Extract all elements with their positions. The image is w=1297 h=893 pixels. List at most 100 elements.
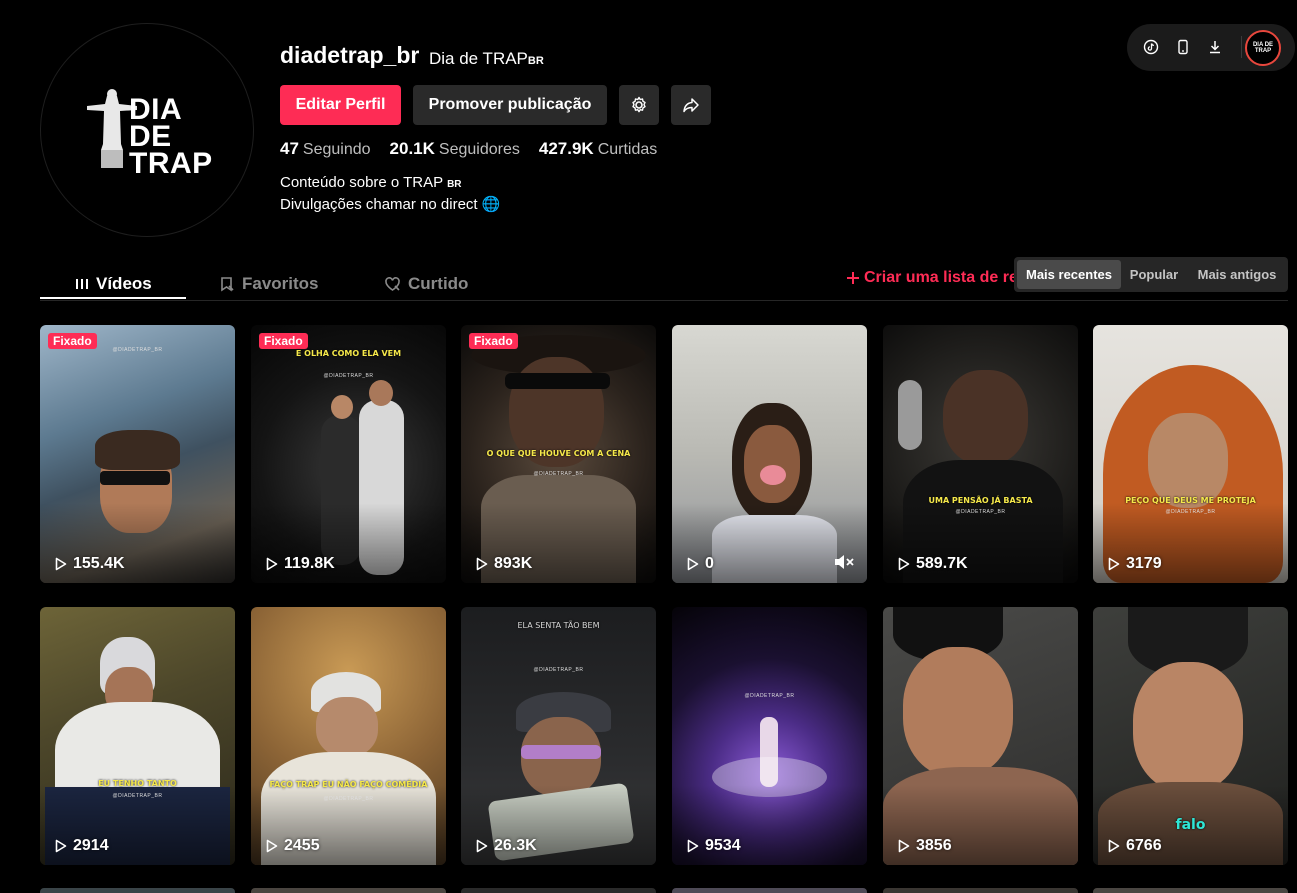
video-card[interactable]: Fixado O QUE QUE HOUVE COM A CENA @DIADE… <box>461 325 656 583</box>
gear-icon <box>632 96 646 113</box>
settings-button[interactable] <box>619 85 659 125</box>
active-tab-indicator <box>40 297 186 299</box>
profile-avatar[interactable]: DIA DE TRAP <box>40 23 254 237</box>
view-count: 6766 <box>1108 837 1162 855</box>
play-icon <box>476 839 488 853</box>
video-card-partial[interactable] <box>251 888 446 893</box>
video-card[interactable]: EU TENHO TANTO @DIADETRAP_BR 2914 <box>40 607 235 865</box>
view-count: 155.4K <box>55 555 125 573</box>
download-icon[interactable] <box>1204 36 1226 58</box>
profile-stats: 47 Seguindo 20.1K Seguidores 427.9K Curtida… <box>280 139 657 159</box>
video-card[interactable]: Fixado @DIADETRAP_BR 155.4K <box>40 325 235 583</box>
video-watermark: @DIADETRAP_BR <box>744 693 795 699</box>
nickname-text: Dia de TRAP <box>429 49 528 68</box>
stat-following[interactable]: 47 Seguindo <box>280 139 371 159</box>
view-count: 3856 <box>898 837 952 855</box>
stat-value: 20.1K <box>389 139 435 158</box>
stat-likes: 427.9K Curtidas <box>539 139 657 159</box>
stat-value: 427.9K <box>538 139 594 158</box>
video-card[interactable]: PEÇO QUE DEUS ME PROTEJA @DIADETRAP_BR 3… <box>1093 325 1288 583</box>
share-button[interactable] <box>671 85 711 125</box>
tabs-divider <box>40 300 1288 301</box>
mute-icon[interactable] <box>833 553 855 571</box>
stat-followers[interactable]: 20.1K Seguidores <box>390 139 520 159</box>
plus-icon <box>847 272 859 284</box>
video-caption: O QUE QUE HOUVE COM A CENA <box>486 449 631 458</box>
view-count-value: 3856 <box>916 837 952 854</box>
logo-line: TRAP <box>129 147 213 180</box>
view-count-value: 26.3K <box>494 837 537 854</box>
tiktok-icon[interactable] <box>1140 36 1162 58</box>
view-count-value: 119.8K <box>284 555 335 572</box>
video-card[interactable]: ELA SENTA TÃO BEM @DIADETRAP_BR 26.3K <box>461 607 656 865</box>
view-count-value: 0 <box>705 555 714 572</box>
view-count: 26.3K <box>476 837 537 855</box>
play-icon <box>266 557 278 571</box>
tab-liked[interactable]: Curtido <box>384 267 468 300</box>
grid-icon <box>76 278 88 289</box>
video-card[interactable]: falo 6766 <box>1093 607 1288 865</box>
stat-label: Seguindo <box>302 141 371 158</box>
view-count: 893K <box>476 555 532 573</box>
sort-oldest[interactable]: Mais antigos <box>1190 260 1284 289</box>
play-icon <box>55 839 67 853</box>
view-count: 9534 <box>687 837 741 855</box>
toolbar-avatar[interactable]: DIA DE TRAP <box>1245 30 1281 66</box>
logo-line: DE <box>129 120 172 153</box>
tab-videos[interactable]: Vídeos <box>75 267 152 300</box>
video-card-partial[interactable] <box>883 888 1078 893</box>
view-count: 2914 <box>55 837 109 855</box>
view-count-value: 3179 <box>1126 555 1162 572</box>
sort-most-recent[interactable]: Mais recentes <box>1017 260 1121 289</box>
video-caption: EU TENHO TANTO <box>98 779 177 788</box>
video-watermark: @DIADETRAP_BR <box>533 471 584 477</box>
video-card-partial[interactable] <box>1093 888 1288 893</box>
promote-post-button[interactable]: Promover publicação <box>413 85 607 125</box>
video-caption: ELA SENTA TÃO BEM <box>517 621 600 630</box>
logo-line: DIA <box>129 93 183 126</box>
view-count-value: 155.4K <box>73 555 125 572</box>
play-icon <box>687 839 699 853</box>
video-card[interactable]: @DIADETRAP_BR 9534 <box>672 607 867 865</box>
video-watermark: @DIADETRAP_BR <box>323 796 374 802</box>
view-count-value: 2914 <box>73 837 109 854</box>
phone-icon[interactable] <box>1172 36 1194 58</box>
video-card[interactable]: FAÇO TRAP EU NÃO FAÇO COMÉDIA @DIADETRAP… <box>251 607 446 865</box>
video-watermark: @DIADETRAP_BR <box>112 793 163 799</box>
view-count: 3179 <box>1108 555 1162 573</box>
video-caption: UMA PENSÃO JÁ BASTA <box>928 496 1033 505</box>
sort-toggle: Mais recentes Popular Mais antigos <box>1014 257 1288 292</box>
video-caption: PEÇO QUE DEUS ME PROTEJA <box>1125 496 1256 505</box>
video-card[interactable]: 3856 <box>883 607 1078 865</box>
bio-text: Conteúdo sobre o TRAP <box>280 174 443 191</box>
video-caption: E OLHA COMO ELA VEM <box>295 349 402 358</box>
view-count-value: 893K <box>494 555 533 572</box>
view-count-value: 589.7K <box>916 555 968 572</box>
video-card-partial[interactable] <box>461 888 656 893</box>
video-card[interactable]: UMA PENSÃO JÁ BASTA @DIADETRAP_BR 589.7K <box>883 325 1078 583</box>
play-icon <box>55 557 67 571</box>
stat-value: 47 <box>280 139 299 158</box>
play-icon <box>1108 557 1120 571</box>
video-card[interactable]: Fixado E OLHA COMO ELA VEM @DIADETRAP_BR… <box>251 325 446 583</box>
heart-icon <box>385 276 400 291</box>
toolbar-avatar-text: DIA DE TRAP <box>1252 42 1274 54</box>
view-count: 589.7K <box>898 555 968 573</box>
bookmark-icon <box>221 276 234 291</box>
sort-popular[interactable]: Popular <box>1124 260 1184 289</box>
bio-line: Divulgações chamar no direct 🌐 <box>280 196 501 213</box>
play-icon <box>1108 839 1120 853</box>
video-card-partial[interactable] <box>40 888 235 893</box>
play-icon <box>898 839 910 853</box>
play-icon <box>266 839 278 853</box>
video-watermark: @DIADETRAP_BR <box>112 347 163 353</box>
tab-label: Vídeos <box>96 273 152 293</box>
edit-profile-button[interactable]: Editar Perfil <box>280 85 401 125</box>
stat-label: Curtidas <box>597 141 658 158</box>
avatar-logo-text: DIA DE TRAP <box>129 93 213 180</box>
video-card[interactable]: 0 <box>672 325 867 583</box>
view-count: 0 <box>687 555 714 573</box>
play-icon <box>687 557 699 571</box>
tab-favorites[interactable]: Favoritos <box>219 267 319 300</box>
video-card-partial[interactable] <box>672 888 867 893</box>
